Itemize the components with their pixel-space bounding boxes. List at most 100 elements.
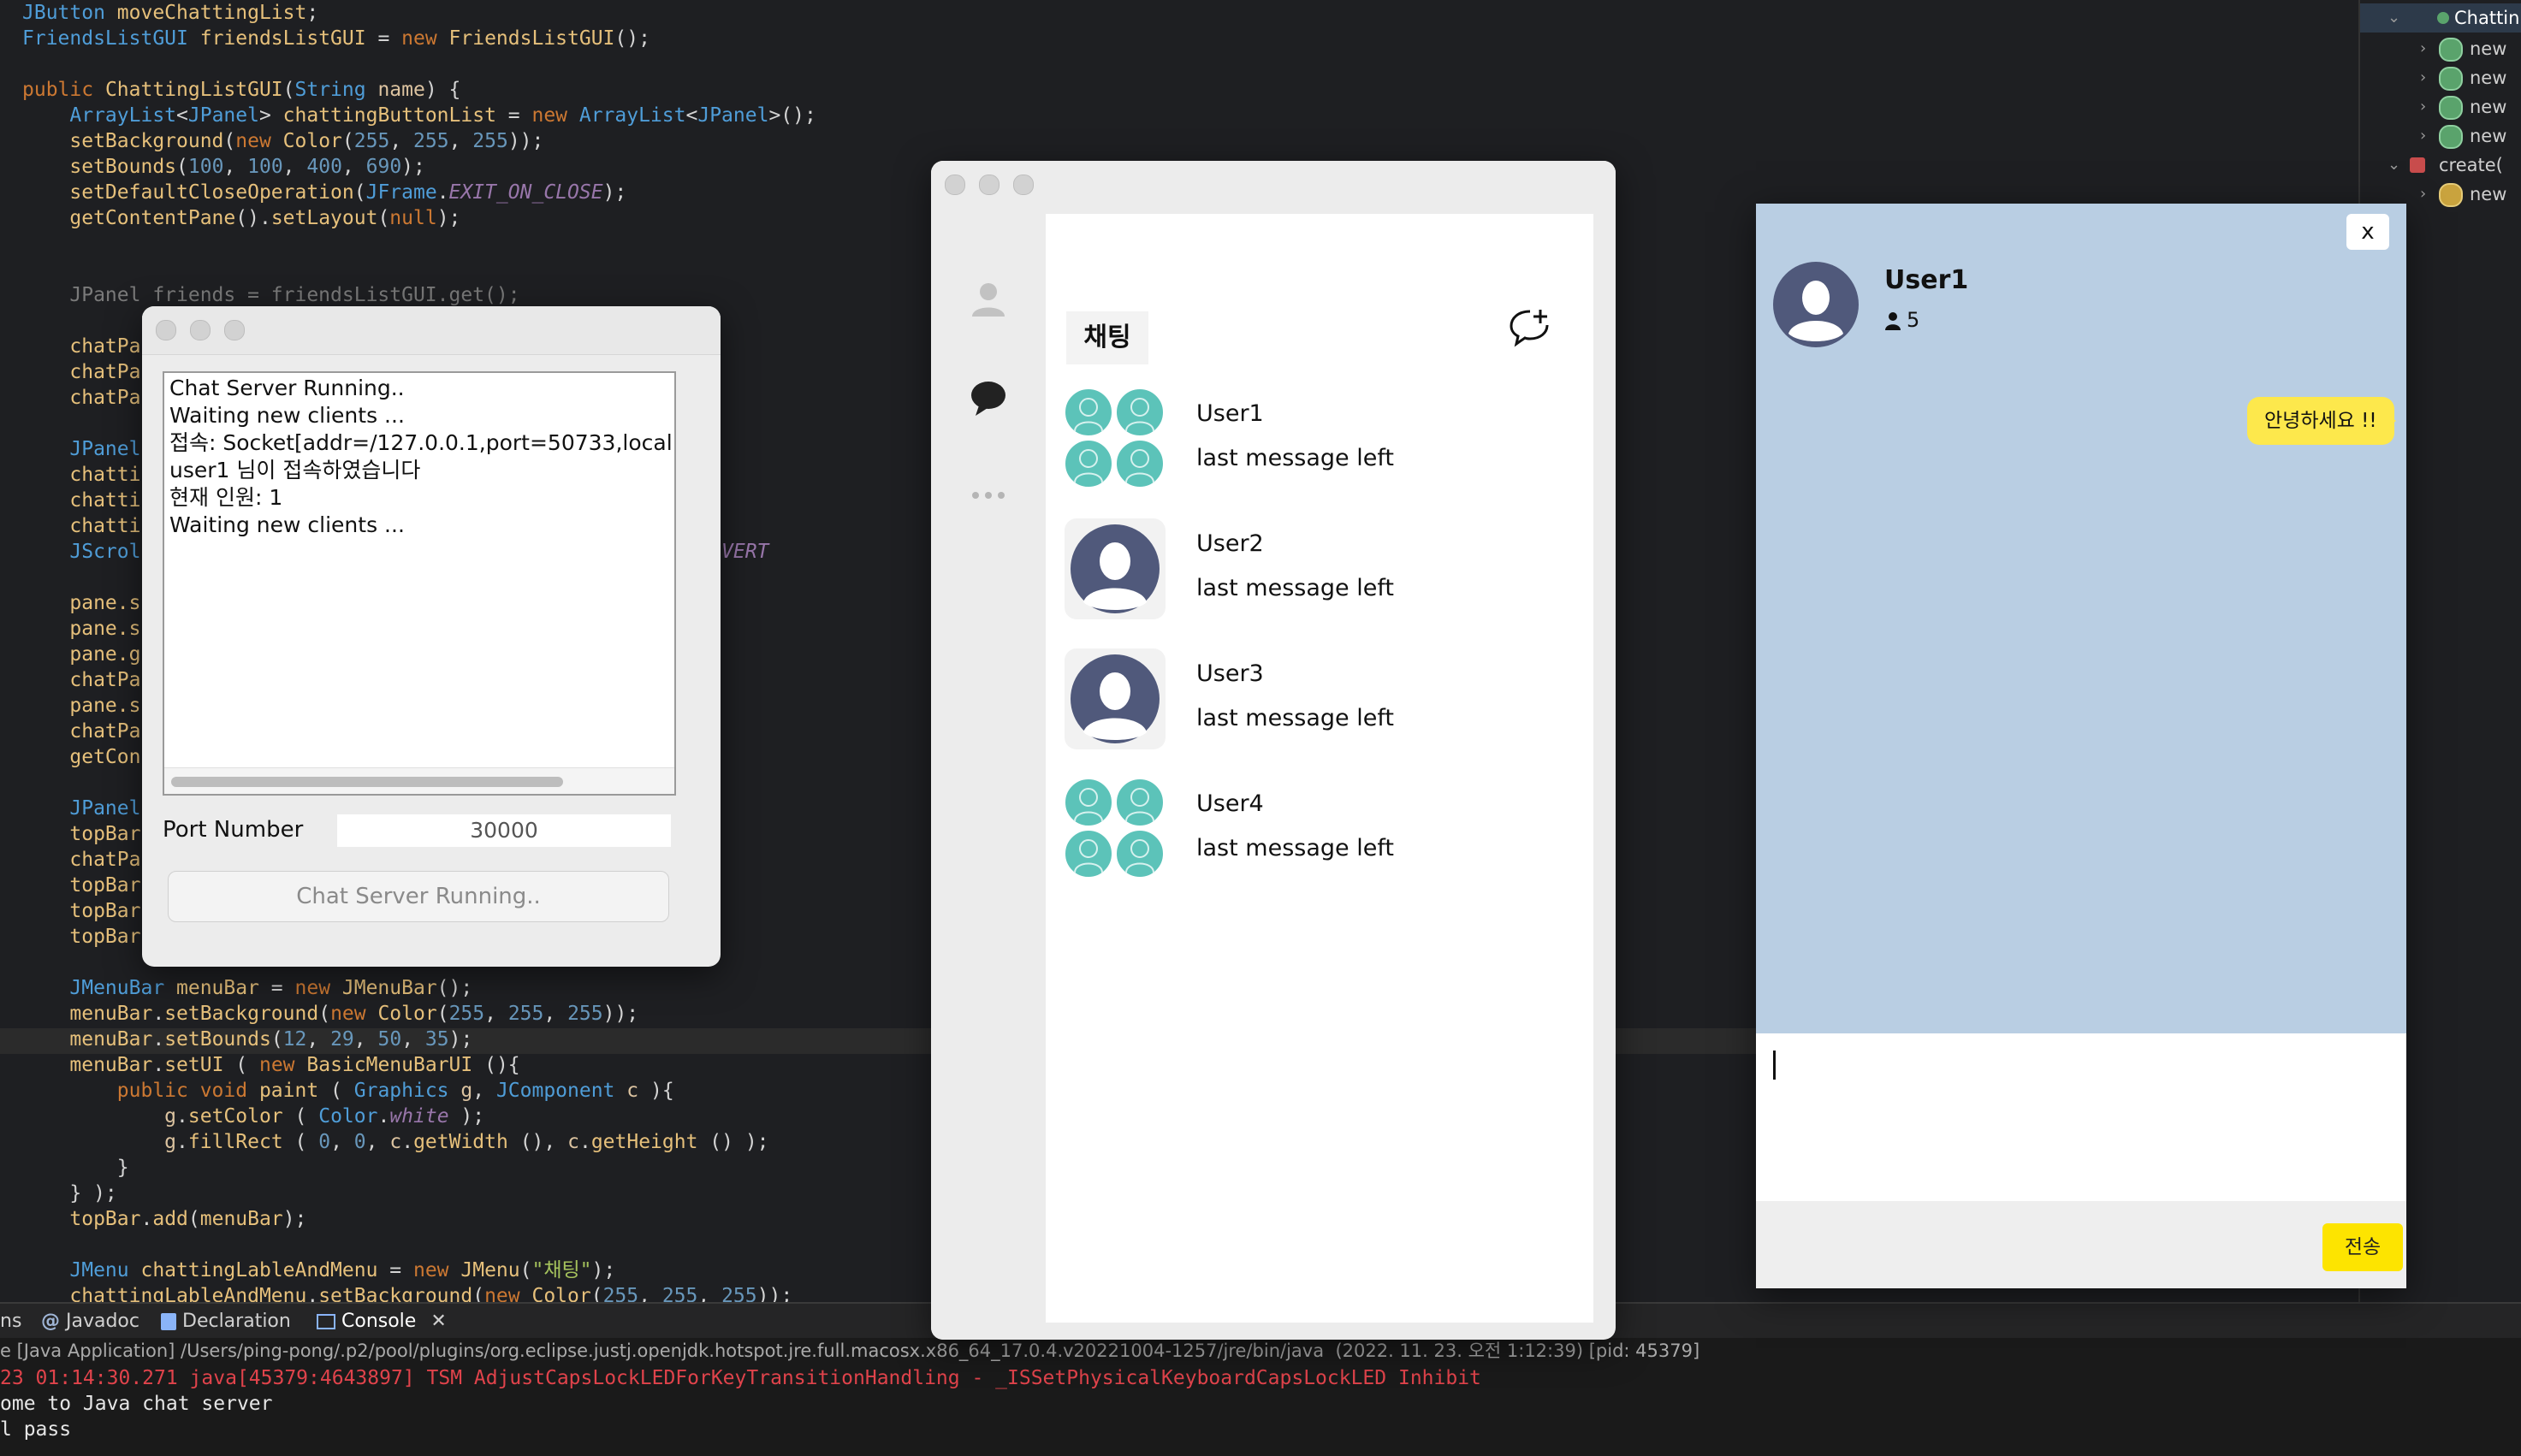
- chat-item-message: last message left: [1196, 575, 1394, 601]
- server-log-area[interactable]: Chat Server Running.. Waiting new client…: [163, 371, 676, 796]
- input-toolbar: [1756, 1201, 2406, 1288]
- chevron-right-icon: ›: [2420, 98, 2427, 115]
- code-line: pane.s: [22, 592, 141, 614]
- code-line: menuBar.setBackground(new Color(255, 255…: [69, 1003, 639, 1025]
- more-dots-icon[interactable]: [969, 476, 1008, 515]
- code-line: getCon: [22, 746, 141, 768]
- code-line: chatPa: [22, 387, 141, 409]
- console-icon: [317, 1314, 335, 1329]
- scrollbar-thumb[interactable]: [171, 777, 563, 787]
- chevron-right-icon: ›: [2420, 127, 2427, 145]
- group-avatar-icon: [1064, 778, 1165, 879]
- class-icon: [2437, 12, 2449, 24]
- chat-item-name: User1: [1196, 400, 1264, 427]
- console-line: 23 01:14:30.271 java[45379:4643897] TSM …: [0, 1367, 1481, 1389]
- code-line: menuBar.setUI ( new BasicMenuBarUI (){: [69, 1054, 520, 1076]
- code-line: topBar: [22, 926, 141, 948]
- person-icon: [1885, 312, 1901, 330]
- code-line: getContentPane().setLayout(null);: [69, 207, 461, 229]
- close-button[interactable]: x: [2346, 214, 2389, 250]
- tab-label: Console: [341, 1311, 417, 1332]
- side-menu: [931, 209, 1046, 1340]
- window-minimize-button[interactable]: [190, 320, 211, 340]
- close-icon[interactable]: ✕: [430, 1311, 446, 1332]
- chat-list-item[interactable]: User1 last message left: [1063, 387, 1576, 498]
- title-bar[interactable]: [931, 161, 1616, 209]
- person-avatar-icon: [1065, 518, 1166, 619]
- tree-item-label: new: [2470, 68, 2507, 88]
- code-line: chatPa: [22, 669, 141, 691]
- chat-item-name: User3: [1196, 660, 1264, 687]
- window-close-button[interactable]: [945, 175, 965, 195]
- server-run-button[interactable]: Chat Server Running..: [168, 871, 669, 922]
- tab-declaration[interactable]: Declaration: [161, 1304, 291, 1340]
- code-line: pane.g: [22, 643, 141, 666]
- code-line: ArrayList<JPanel> chattingButtonList = n…: [69, 104, 816, 127]
- port-label: Port Number: [163, 817, 304, 843]
- chat-list-window: 채팅 User1 last message left User2 last me…: [931, 161, 1616, 1340]
- code-line: JMenu chattingLableAndMenu = new JMenu("…: [69, 1259, 616, 1281]
- code-line: chatPa: [22, 335, 141, 358]
- code-line: public void paint ( Graphics g, JCompone…: [116, 1080, 674, 1102]
- tab-problems[interactable]: ns: [0, 1304, 21, 1340]
- method-icon: [2439, 67, 2463, 91]
- tree-item-label: new: [2470, 97, 2507, 117]
- send-button[interactable]: 전송: [2322, 1223, 2403, 1271]
- console-output[interactable]: e [Java Application] /Users/ping-pong/.p…: [0, 1338, 2521, 1456]
- code-line: g.fillRect ( 0, 0, c.getWidth (), c.getH…: [164, 1131, 769, 1153]
- console-line: l pass: [0, 1418, 72, 1441]
- method-icon: [2439, 38, 2463, 62]
- friends-person-icon[interactable]: [969, 279, 1008, 318]
- code-line: pane.s: [22, 695, 141, 717]
- chat-item-message: last message left: [1196, 705, 1394, 731]
- method-icon: [2439, 183, 2463, 207]
- window-zoom-button[interactable]: [224, 320, 245, 340]
- horizontal-scrollbar[interactable]: [164, 767, 674, 794]
- code-line: pane.s: [22, 618, 141, 640]
- tab-console[interactable]: Console ✕: [317, 1304, 447, 1342]
- chevron-down-icon: ⌄: [2388, 9, 2401, 27]
- tab-javadoc[interactable]: @ Javadoc: [41, 1304, 139, 1340]
- new-chat-icon[interactable]: [1508, 305, 1552, 349]
- code-line: g.setColor ( Color.white );: [164, 1105, 485, 1128]
- port-input[interactable]: [337, 814, 671, 847]
- code-line: setDefaultCloseOperation(JFrame.EXIT_ON_…: [69, 181, 627, 204]
- tree-item-label: create(: [2439, 155, 2503, 175]
- code-line: JPanel: [22, 438, 141, 460]
- member-count: 5: [1884, 305, 1919, 335]
- title-bar[interactable]: [142, 306, 721, 355]
- method-icon: [2439, 125, 2463, 149]
- log-line: 접속: Socket[addr=/127.0.0.1,port=50733,lo…: [169, 430, 673, 455]
- message-bubble: 안녕하세요 !!: [2247, 397, 2394, 445]
- window-close-button[interactable]: [156, 320, 176, 340]
- chat-item-name: User2: [1196, 530, 1264, 557]
- chevron-right-icon: ›: [2420, 185, 2427, 203]
- console-header: e [Java Application] /Users/ping-pong/.p…: [0, 1341, 1700, 1361]
- message-area[interactable]: x User1 5 안녕하세요 !!: [1756, 204, 2406, 1033]
- code-line: JMenuBar menuBar = new JMenuBar();: [69, 977, 473, 999]
- code-line: topBar.add(menuBar);: [69, 1208, 307, 1230]
- log-line: Waiting new clients ...: [169, 512, 405, 537]
- room-title: User1: [1884, 265, 1969, 295]
- chat-list-item[interactable]: User2 last message left: [1063, 517, 1576, 628]
- chat-list-item[interactable]: User3 last message left: [1063, 647, 1576, 758]
- tree-item-label: new: [2470, 126, 2507, 146]
- person-avatar-icon: [1773, 262, 1859, 347]
- code-line: }: [22, 1157, 129, 1179]
- code-line: menuBar.setBounds(12, 29, 50, 35);: [69, 1028, 473, 1051]
- chevron-right-icon: ›: [2420, 68, 2427, 86]
- window-zoom-button[interactable]: [1013, 175, 1034, 195]
- log-line: 현재 인원: 1: [169, 485, 283, 510]
- bubble-tail: [2384, 412, 2396, 429]
- message-input[interactable]: [1756, 1033, 2406, 1201]
- group-avatar-icon: [1064, 388, 1165, 488]
- page-title: 채팅: [1066, 311, 1148, 364]
- chat-list-item[interactable]: User4 last message left: [1063, 777, 1576, 888]
- code-line: chatPa: [22, 720, 141, 743]
- chat-item-message: last message left: [1196, 835, 1394, 861]
- chat-bubble-icon[interactable]: [969, 378, 1008, 417]
- log-line: user1 님이 접속하였습니다: [169, 458, 421, 482]
- window-minimize-button[interactable]: [979, 175, 1000, 195]
- code-line: chattingLableAndMenu.setBackground(new C…: [69, 1285, 793, 1302]
- code-line: } );: [22, 1182, 117, 1204]
